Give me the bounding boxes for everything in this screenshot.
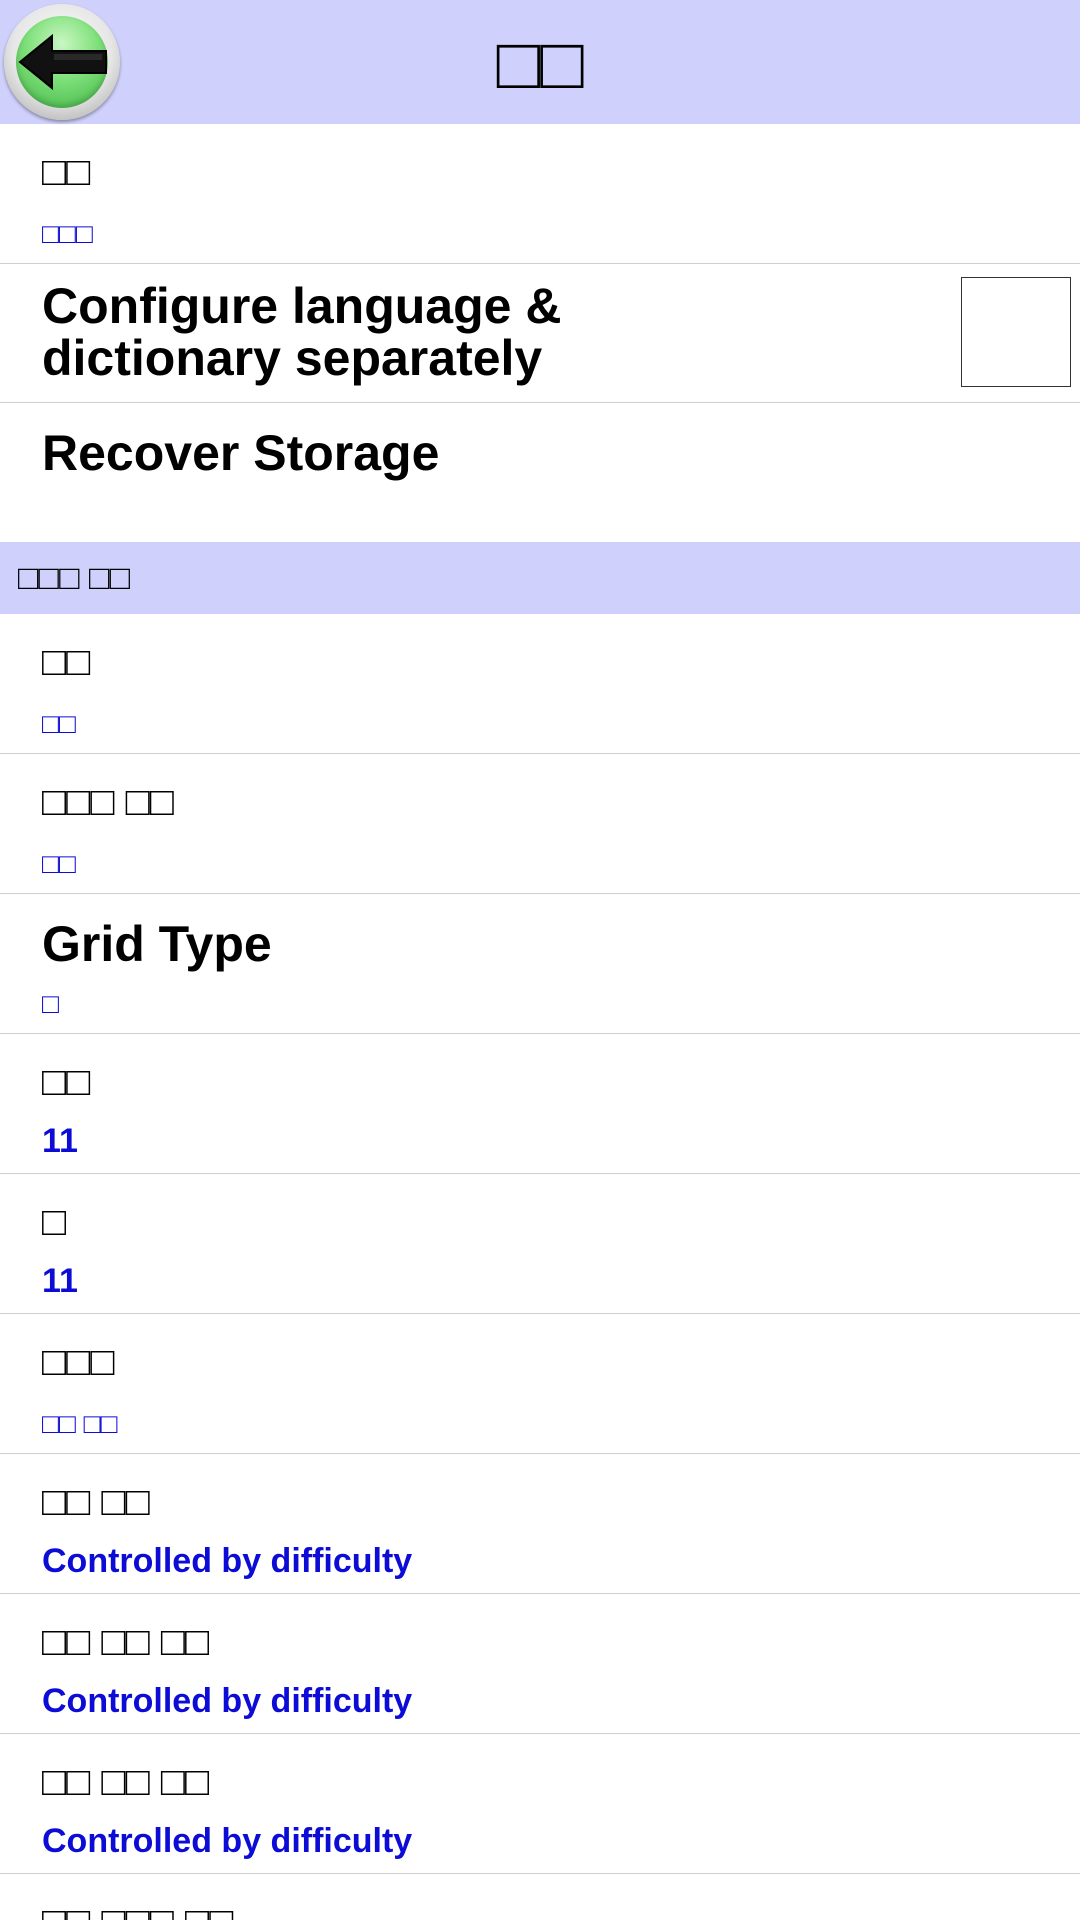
pref-row-game-3[interactable]: □□ 11 xyxy=(0,1034,1080,1174)
pref-title: □□□ □□ xyxy=(42,780,174,824)
pref-row-game-4[interactable]: □ 11 xyxy=(0,1174,1080,1314)
category-label: □□□ □□ xyxy=(18,559,131,597)
pref-row-partial[interactable]: □□ □□□ □□ xyxy=(0,1874,1080,1920)
pref-summary: Controlled by difficulty xyxy=(42,1822,413,1860)
pref-summary: □□ □□ xyxy=(42,1408,118,1439)
pref-row-game-5[interactable]: □□□ □□ □□ xyxy=(0,1314,1080,1454)
pref-row-game-6[interactable]: □□ □□ Controlled by difficulty xyxy=(0,1454,1080,1594)
pref-title: □□ xyxy=(42,640,91,684)
pref-title: □□ □□ □□ xyxy=(42,1760,210,1804)
pref-row-game-7[interactable]: □□ □□ □□ Controlled by difficulty xyxy=(0,1594,1080,1734)
page-title: □□ xyxy=(496,24,584,104)
settings-screen: □□ □□ □□□ Configure language & dictionar… xyxy=(0,0,1080,1920)
pref-summary: □□□ xyxy=(42,218,93,249)
pref-title: □□ xyxy=(42,150,91,194)
pref-title: □□□ xyxy=(42,1340,115,1384)
pref-row-language[interactable]: □□ □□□ xyxy=(0,124,1080,264)
pref-title: Configure language & dictionary separate… xyxy=(42,278,562,386)
pref-summary: Controlled by difficulty xyxy=(42,1542,413,1580)
pref-title: □□ □□ xyxy=(42,1480,150,1524)
pref-title: □□ xyxy=(42,1060,91,1104)
pref-title: Recover Storage xyxy=(42,425,440,481)
pref-summary: □□ xyxy=(42,708,76,739)
pref-row-recover-storage[interactable]: Recover Storage xyxy=(0,403,1080,542)
pref-summary: 11 xyxy=(42,1122,78,1160)
pref-summary: □□ xyxy=(42,848,76,879)
pref-summary: □ xyxy=(42,988,59,1019)
pref-summary: Controlled by difficulty xyxy=(42,1682,413,1720)
header-bar: □□ xyxy=(0,0,1080,124)
pref-title: □□ □□□ □□ xyxy=(42,1894,233,1920)
configure-separately-checkbox[interactable] xyxy=(961,277,1071,387)
pref-title: □□ □□ □□ xyxy=(42,1620,210,1664)
pref-title: Grid Type xyxy=(42,916,272,972)
pref-row-game-0[interactable]: □□ □□ xyxy=(0,614,1080,754)
pref-row-configure-separately[interactable]: Configure language & dictionary separate… xyxy=(0,264,1080,403)
category-header: □□□ □□ xyxy=(0,542,1080,614)
pref-row-game-8[interactable]: □□ □□ □□ Controlled by difficulty xyxy=(0,1734,1080,1874)
pref-row-game-1[interactable]: □□□ □□ □□ xyxy=(0,754,1080,894)
pref-summary: 11 xyxy=(42,1262,78,1300)
pref-row-grid-type[interactable]: Grid Type □ xyxy=(0,894,1080,1034)
pref-title: □ xyxy=(42,1200,67,1244)
